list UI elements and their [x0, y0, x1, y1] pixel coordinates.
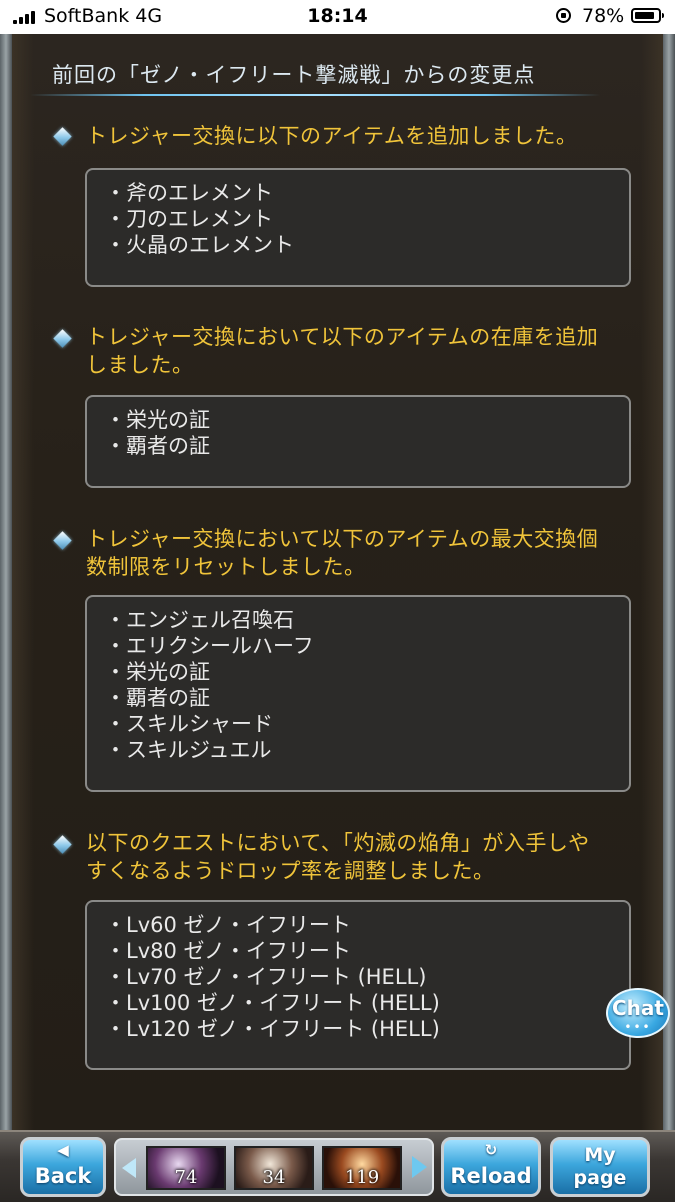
status-bar: SoftBank 4G 18:14 78%	[0, 0, 675, 34]
item-list-box: ・栄光の証 ・覇者の証	[85, 395, 631, 488]
quick-item[interactable]: 34	[234, 1146, 314, 1190]
reload-button[interactable]: ↻ Reload	[441, 1137, 541, 1197]
section-heading: 以下のクエストにおいて、「灼滅の焔角」が入手しや すくなるようドロップ率を調整し…	[86, 831, 590, 883]
panel-edge	[12, 34, 34, 1130]
clock: 18:14	[307, 5, 368, 27]
reload-label: Reload	[450, 1164, 532, 1188]
item-list-box: ・斧のエレメント ・刀のエレメント ・火晶のエレメント	[85, 168, 631, 287]
section-heading: トレジャー交換において以下のアイテムの在庫を追加 しました。	[86, 325, 599, 377]
mypage-button[interactable]: My page	[550, 1137, 650, 1197]
back-button[interactable]: ◀ Back	[20, 1137, 106, 1197]
mypage-label-line1: My	[584, 1144, 616, 1166]
frame-left	[0, 34, 12, 1130]
bottom-nav-bar: ◀ Back 74 34 119 ↻ Reload My page	[0, 1130, 675, 1202]
back-label: Back	[34, 1164, 92, 1188]
reload-icon: ↻	[484, 1141, 498, 1159]
diamond-icon	[53, 531, 72, 550]
list-item: ・Lv60 ゼノ・イフリート	[105, 913, 351, 937]
diamond-icon	[53, 329, 72, 348]
list-item: ・刀のエレメント	[105, 207, 273, 231]
list-item: ・Lv80 ゼノ・イフリート	[105, 939, 351, 963]
item-count: 119	[344, 1167, 380, 1188]
item-list-box: ・エンジェル召喚石 ・エリクシールハーフ ・栄光の証 ・覇者の証 ・スキルシャー…	[85, 595, 631, 792]
chat-dots: •••	[624, 1020, 652, 1034]
item-count: 74	[174, 1167, 198, 1188]
diamond-icon	[53, 835, 72, 854]
item-count: 34	[262, 1167, 286, 1188]
section-heading: トレジャー交換において以下のアイテムの最大交換個 数制限をリセットしました。	[86, 527, 599, 579]
diamond-icon	[53, 127, 72, 146]
back-arrow-icon: ◀	[57, 1141, 69, 1159]
panel-edge	[641, 34, 663, 1130]
list-item: ・栄光の証	[105, 408, 210, 432]
quick-item-strip: 74 34 119	[114, 1138, 434, 1196]
title-divider	[30, 94, 600, 96]
list-item: ・覇者の証	[105, 686, 210, 710]
item-list-box: ・Lv60 ゼノ・イフリート ・Lv80 ゼノ・イフリート ・Lv70 ゼノ・イ…	[85, 900, 631, 1070]
frame-right	[663, 34, 675, 1130]
chat-label: Chat	[612, 996, 664, 1020]
list-item: ・スキルシャード	[105, 712, 273, 736]
battery-percent: 78%	[582, 5, 625, 27]
battery-icon	[631, 8, 664, 23]
mypage-label-line2: page	[573, 1167, 627, 1189]
quick-item[interactable]: 119	[322, 1146, 402, 1190]
list-item: ・スキルジュエル	[105, 738, 272, 762]
list-item: ・火晶のエレメント	[105, 233, 294, 257]
list-item: ・Lv100 ゼノ・イフリート (HELL)	[105, 991, 440, 1015]
list-item: ・Lv70 ゼノ・イフリート (HELL)	[105, 965, 427, 989]
list-item: ・エンジェル召喚石	[105, 608, 294, 632]
quick-item[interactable]: 74	[146, 1146, 226, 1190]
scroll-left-icon[interactable]	[122, 1158, 136, 1178]
scroll-right-icon[interactable]	[412, 1156, 427, 1178]
list-item: ・覇者の証	[105, 434, 210, 458]
chat-button[interactable]: Chat •••	[606, 988, 672, 1044]
page-title: 前回の「ゼノ・イフリート撃滅戦」からの変更点	[52, 63, 536, 87]
list-item: ・エリクシールハーフ	[105, 634, 314, 658]
orientation-lock-icon	[556, 8, 571, 23]
section-heading: トレジャー交換に以下のアイテムを追加しました。	[86, 124, 578, 148]
list-item: ・栄光の証	[105, 660, 210, 684]
list-item: ・Lv120 ゼノ・イフリート (HELL)	[105, 1017, 440, 1041]
content-panel[interactable]: 前回の「ゼノ・イフリート撃滅戦」からの変更点 トレジャー交換に以下のアイテムを追…	[12, 34, 663, 1130]
list-item: ・斧のエレメント	[105, 181, 273, 205]
